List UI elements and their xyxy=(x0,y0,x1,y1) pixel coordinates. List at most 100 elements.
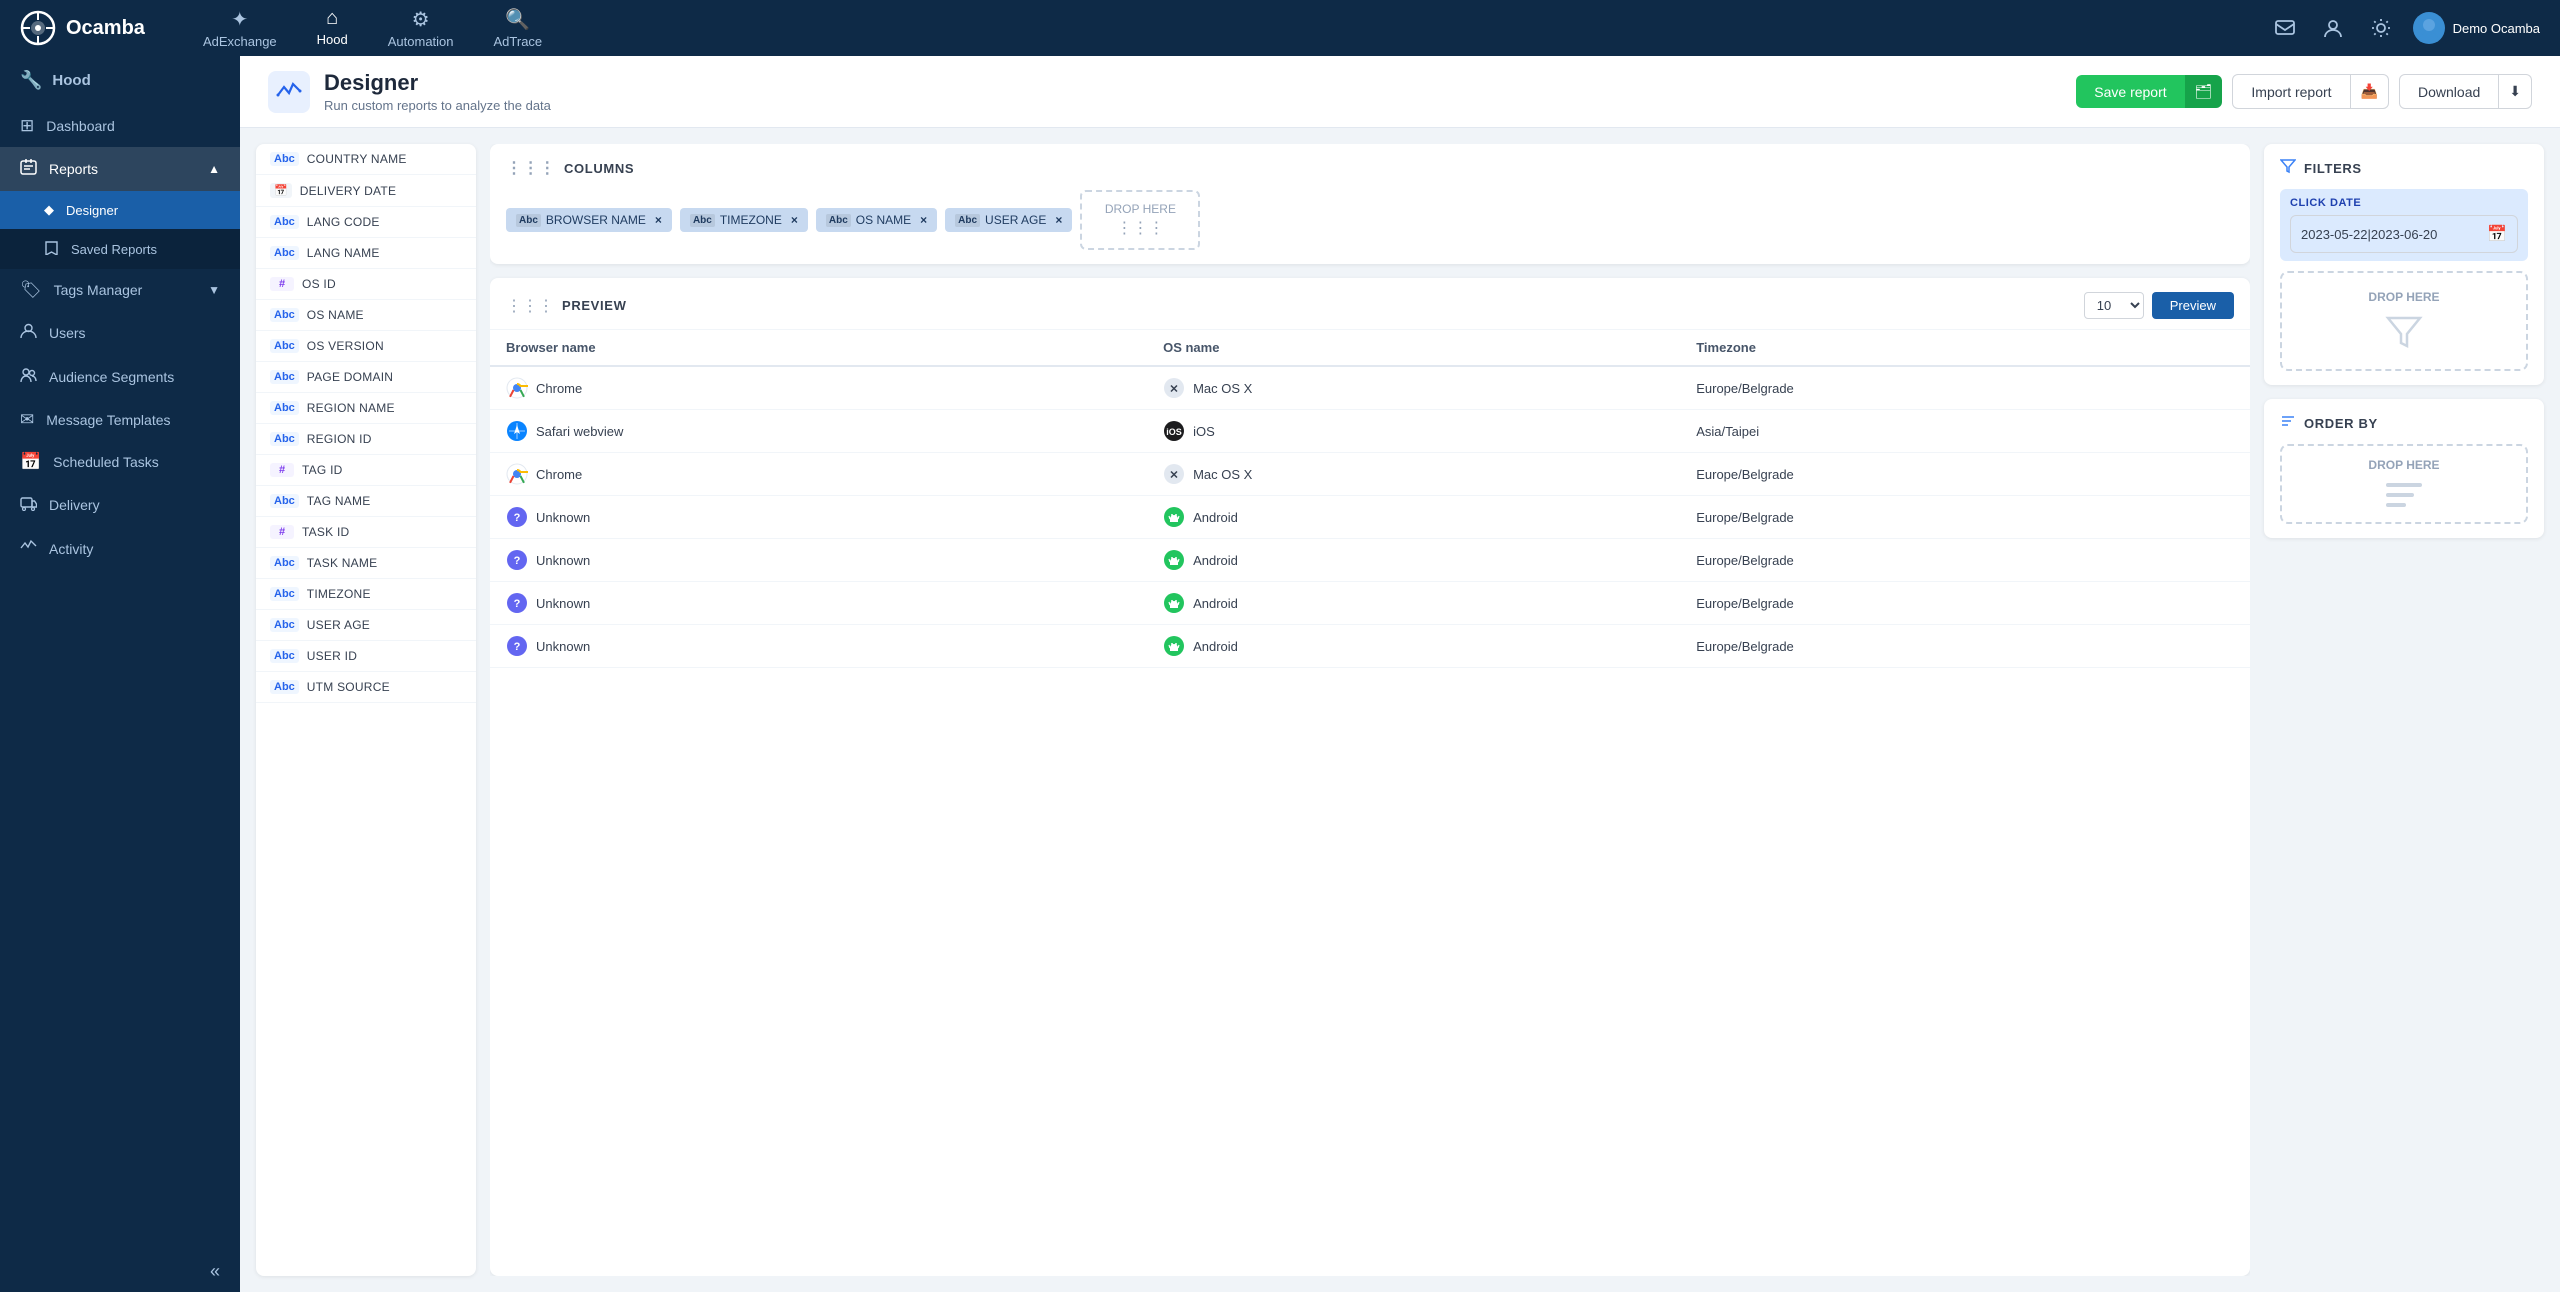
browser-icon xyxy=(506,463,528,485)
delivery-icon xyxy=(20,494,37,516)
cell-timezone: Europe/Belgrade xyxy=(1680,582,2250,625)
preview-button[interactable]: Preview xyxy=(2152,292,2234,319)
preview-count-select[interactable]: 10 25 50 100 xyxy=(2084,292,2144,319)
chip-type-badge: Abc xyxy=(516,214,541,227)
import-report-button[interactable]: Import report xyxy=(2232,74,2350,109)
table-row: Chrome ✕ Mac OS X Europe/Belgrade xyxy=(490,366,2250,410)
sidebar-item-dashboard[interactable]: ⊞ Dashboard xyxy=(0,105,240,147)
field-user-id[interactable]: Abc USER ID xyxy=(256,641,476,672)
field-label: REGION ID xyxy=(307,432,372,446)
filter-drop-area[interactable]: DROP HERE xyxy=(2280,271,2528,371)
field-os-name[interactable]: Abc OS NAME xyxy=(256,300,476,331)
field-timezone[interactable]: Abc TIMEZONE xyxy=(256,579,476,610)
date-range-input[interactable]: 2023-05-22|2023-06-20 📅 xyxy=(2290,215,2518,253)
sidebar-item-activity[interactable]: Activity xyxy=(0,527,240,571)
field-lang-code[interactable]: Abc LANG CODE xyxy=(256,207,476,238)
user-menu[interactable]: Demo Ocamba xyxy=(2413,12,2540,44)
chip-browser-name[interactable]: Abc BROWSER NAME × xyxy=(506,208,672,232)
topnav-items: ✦ AdExchange ⌂ Hood ⚙ Automation 🔍 AdTra… xyxy=(185,1,2269,55)
browser-icon: ? xyxy=(506,549,528,571)
field-tag-id[interactable]: # TAG ID xyxy=(256,455,476,486)
chip-close-button[interactable]: × xyxy=(1055,213,1062,227)
sidebar-item-users[interactable]: Users xyxy=(0,311,240,355)
field-tag-name[interactable]: Abc TAG NAME xyxy=(256,486,476,517)
save-report-group: Save report 🗂 xyxy=(2076,75,2222,108)
header-actions: Save report 🗂 Import report 📥 xyxy=(2076,74,2532,109)
browser-icon xyxy=(506,377,528,399)
page-subtitle: Run custom reports to analyze the data xyxy=(324,98,551,113)
field-label: OS NAME xyxy=(307,308,364,322)
topnav: Ocamba ✦ AdExchange ⌂ Hood ⚙ Automation … xyxy=(0,0,2560,56)
columns-header: ⋮⋮⋮ COLUMNS xyxy=(506,158,2234,178)
cell-timezone: Europe/Belgrade xyxy=(1680,539,2250,582)
field-country-name[interactable]: Abc COUNTRY NAME xyxy=(256,144,476,175)
user-name: Demo Ocamba xyxy=(2453,21,2540,36)
columns-drop-area[interactable]: DROP HERE ⋮⋮⋮ xyxy=(1080,190,1200,250)
chip-close-button[interactable]: × xyxy=(655,213,662,227)
field-task-name[interactable]: Abc TASK NAME xyxy=(256,548,476,579)
sidebar-item-delivery[interactable]: Delivery xyxy=(0,483,240,527)
chip-timezone[interactable]: Abc TIMEZONE × xyxy=(680,208,808,232)
cell-timezone: Europe/Belgrade xyxy=(1680,453,2250,496)
chip-close-button[interactable]: × xyxy=(920,213,927,227)
order-drop-area[interactable]: DROP HERE xyxy=(2280,444,2528,524)
settings-button[interactable] xyxy=(2365,12,2397,44)
sidebar-section-icon: 🔧 xyxy=(20,70,42,91)
sidebar-item-scheduled-tasks[interactable]: 📅 Scheduled Tasks xyxy=(0,441,240,483)
topnav-item-hood[interactable]: ⌂ Hood xyxy=(299,1,366,55)
field-label: OS VERSION xyxy=(307,339,384,353)
download-icon-button[interactable]: ⬇ xyxy=(2499,74,2532,109)
topnav-item-automation[interactable]: ⚙ Automation xyxy=(370,1,472,55)
chip-user-age[interactable]: Abc USER AGE × xyxy=(945,208,1072,232)
field-lang-name[interactable]: Abc LANG NAME xyxy=(256,238,476,269)
os-name: iOS xyxy=(1193,424,1215,439)
adtrace-icon: 🔍 xyxy=(505,7,530,32)
sidebar-item-reports[interactable]: Reports ▲ xyxy=(0,147,240,191)
field-page-domain[interactable]: Abc PAGE DOMAIN xyxy=(256,362,476,393)
field-label: DELIVERY DATE xyxy=(300,184,397,198)
activity-icon xyxy=(20,538,37,560)
field-type-badge: Abc xyxy=(270,680,299,694)
field-utm-source[interactable]: Abc UTM SOURCE xyxy=(256,672,476,703)
chip-os-name[interactable]: Abc OS NAME × xyxy=(816,208,937,232)
order-by-label: ORDER BY xyxy=(2304,416,2378,431)
import-icon-button[interactable]: 📥 xyxy=(2351,74,2389,109)
field-label: USER ID xyxy=(307,649,357,663)
save-icon: 🗂 xyxy=(2195,83,2213,99)
field-task-id[interactable]: # TASK ID xyxy=(256,517,476,548)
filters-label: FILTERS xyxy=(2304,161,2362,176)
sidebar-item-tags-manager[interactable]: 🏷 Tags Manager ▼ xyxy=(0,269,240,311)
svg-text:✕: ✕ xyxy=(1169,384,1178,396)
app-logo[interactable]: Ocamba xyxy=(20,10,145,46)
field-os-version[interactable]: Abc OS VERSION xyxy=(256,331,476,362)
field-delivery-date[interactable]: 📅 DELIVERY DATE xyxy=(256,175,476,207)
browser-name: Unknown xyxy=(536,553,590,568)
field-region-id[interactable]: Abc REGION ID xyxy=(256,424,476,455)
field-os-id[interactable]: # OS ID xyxy=(256,269,476,300)
field-user-age[interactable]: Abc USER AGE xyxy=(256,610,476,641)
field-label: TAG NAME xyxy=(307,494,371,508)
chip-close-button[interactable]: × xyxy=(791,213,798,227)
sidebar-item-message-templates[interactable]: ✉ Message Templates xyxy=(0,399,240,441)
sidebar-item-label: Delivery xyxy=(49,497,100,513)
messages-button[interactable] xyxy=(2269,12,2301,44)
download-button[interactable]: Download xyxy=(2399,74,2499,109)
topnav-item-adtrace[interactable]: 🔍 AdTrace xyxy=(476,1,561,55)
sidebar-item-designer[interactable]: ◆ Designer xyxy=(0,191,240,229)
sidebar-item-saved-reports[interactable]: Saved Reports xyxy=(0,229,240,269)
svg-text:?: ? xyxy=(514,555,521,567)
topnav-item-adexchange[interactable]: ✦ AdExchange xyxy=(185,1,295,55)
calendar-icon: 📅 xyxy=(2487,224,2507,244)
sidebar-item-label: Saved Reports xyxy=(71,242,157,257)
sidebar-collapse-button[interactable]: « xyxy=(0,1251,240,1292)
save-report-button[interactable]: Save report xyxy=(2076,75,2184,108)
topnav-right: Demo Ocamba xyxy=(2269,12,2540,44)
field-label: REGION NAME xyxy=(307,401,395,415)
field-region-name[interactable]: Abc REGION NAME xyxy=(256,393,476,424)
preview-drag-icon: ⋮⋮⋮ xyxy=(506,296,554,316)
profile-button[interactable] xyxy=(2317,12,2349,44)
sidebar-item-audience-segments[interactable]: Audience Segments xyxy=(0,355,240,399)
field-label: TAG ID xyxy=(302,463,343,477)
save-report-icon-button[interactable]: 🗂 xyxy=(2185,75,2223,108)
filters-header: FILTERS xyxy=(2280,158,2528,179)
